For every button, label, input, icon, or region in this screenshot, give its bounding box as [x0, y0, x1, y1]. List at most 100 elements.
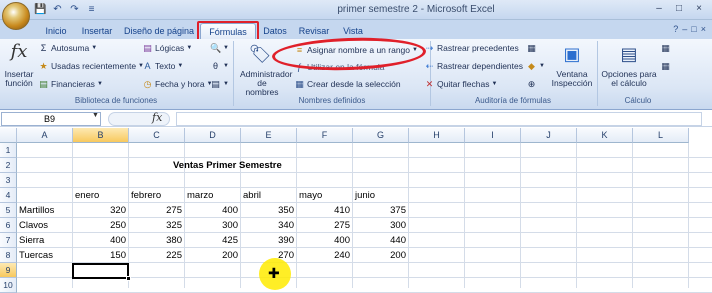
rastrear-precedentes-button[interactable]: ⇢ Rastrear precedentes — [424, 43, 519, 53]
row-header-4[interactable]: 4 — [0, 188, 17, 203]
math-button[interactable]: θ ▼ — [210, 61, 229, 71]
column-header-b[interactable]: B — [73, 128, 129, 143]
value-cell[interactable]: 320 — [73, 203, 126, 218]
autosuma-button[interactable]: Σ Autosuma ▼ — [38, 43, 98, 53]
ribbon-minimize-icon[interactable]: – — [682, 24, 687, 34]
ventana-inspeccion-button[interactable]: Ventana Inspección — [550, 70, 594, 88]
column-header-c[interactable]: C — [129, 128, 185, 143]
more-functions-button[interactable]: ▤ ▼ — [210, 79, 229, 89]
product-name-cell[interactable]: Sierra — [19, 233, 44, 248]
fx-icon[interactable]: fx — [152, 111, 162, 124]
column-header-j[interactable]: J — [521, 128, 577, 143]
sheet-title-cell[interactable]: Ventas Primer Semestre — [173, 158, 282, 173]
row-header-1[interactable]: 1 — [0, 143, 17, 158]
value-cell[interactable]: 340 — [241, 218, 294, 233]
opciones-calculo-button[interactable]: Opciones para el cálculo — [600, 70, 658, 88]
fill-handle[interactable] — [126, 276, 131, 281]
value-cell[interactable]: 400 — [297, 233, 350, 248]
column-header-h[interactable]: H — [409, 128, 465, 143]
column-header-g[interactable]: G — [353, 128, 409, 143]
value-cell[interactable]: 300 — [185, 218, 238, 233]
row-header-9[interactable]: 9 — [0, 263, 17, 278]
row-header-10[interactable]: 10 — [0, 278, 17, 293]
value-cell[interactable]: 250 — [73, 218, 126, 233]
calc-now-button[interactable]: ▦ — [660, 43, 671, 53]
ribbon-close-icon[interactable]: × — [701, 24, 706, 34]
value-cell[interactable]: 200 — [353, 248, 406, 263]
value-cell[interactable]: 375 — [353, 203, 406, 218]
error-check-button[interactable]: ◆ ▼ — [526, 61, 545, 71]
office-button[interactable] — [2, 2, 30, 30]
insert-function-button[interactable]: Insertar función — [4, 70, 34, 88]
value-cell[interactable]: 200 — [185, 248, 238, 263]
row-header-5[interactable]: 5 — [0, 203, 17, 218]
calc-options-icon[interactable]: ▤ — [618, 45, 640, 63]
value-cell[interactable]: 325 — [129, 218, 182, 233]
texto-button[interactable]: A Texto ▼ — [142, 61, 183, 71]
column-header-e[interactable]: E — [241, 128, 297, 143]
column-header-l[interactable]: L — [633, 128, 689, 143]
maximize-button[interactable]: □ — [670, 2, 688, 16]
month-header-cell[interactable]: abril — [243, 188, 261, 203]
value-cell[interactable]: 410 — [297, 203, 350, 218]
name-manager-icon[interactable]: 🏷 — [248, 45, 272, 63]
chevron-down-icon[interactable]: ▼ — [92, 112, 99, 119]
crear-seleccion-button[interactable]: ▦ Crear desde la selección — [294, 79, 400, 89]
usadas-button[interactable]: ★ Usadas recientemente ▼ — [38, 61, 144, 71]
active-cell-b9[interactable] — [72, 263, 129, 279]
name-manager-button[interactable]: Administrador de nombres — [240, 70, 292, 97]
month-header-cell[interactable]: enero — [75, 188, 99, 203]
show-formulas-button[interactable]: ▦ — [526, 43, 537, 53]
row-header-7[interactable]: 7 — [0, 233, 17, 248]
insert-function-icon[interactable]: fx — [6, 43, 32, 61]
tab-vista[interactable]: Vista — [338, 23, 368, 39]
logicas-button[interactable]: ▤ Lógicas ▼ — [142, 43, 192, 53]
row-header-2[interactable]: 2 — [0, 158, 17, 173]
value-cell[interactable]: 225 — [129, 248, 182, 263]
value-cell[interactable]: 440 — [353, 233, 406, 248]
value-cell[interactable]: 400 — [73, 233, 126, 248]
value-cell[interactable]: 350 — [241, 203, 294, 218]
value-cell[interactable]: 240 — [297, 248, 350, 263]
formula-input[interactable] — [176, 112, 702, 126]
product-name-cell[interactable]: Tuercas — [19, 248, 53, 263]
product-name-cell[interactable]: Clavos — [19, 218, 48, 233]
tab-insertar[interactable]: Insertar — [76, 23, 118, 39]
value-cell[interactable]: 400 — [185, 203, 238, 218]
select-all-corner[interactable] — [0, 128, 17, 143]
value-cell[interactable]: 275 — [297, 218, 350, 233]
column-header-i[interactable]: I — [465, 128, 521, 143]
fecha-button[interactable]: ◷ Fecha y hora ▼ — [142, 79, 213, 89]
value-cell[interactable]: 275 — [129, 203, 182, 218]
evaluate-formula-button[interactable]: ⊕ — [526, 79, 537, 89]
product-name-cell[interactable]: Martillos — [19, 203, 54, 218]
value-cell[interactable]: 380 — [129, 233, 182, 248]
tab-diseno-pagina[interactable]: Diseño de página — [122, 23, 196, 39]
rastrear-dependientes-button[interactable]: ⇠ Rastrear dependientes — [424, 61, 523, 71]
month-header-cell[interactable]: junio — [355, 188, 375, 203]
column-header-a[interactable]: A — [17, 128, 73, 143]
name-box[interactable]: B9 — [1, 112, 101, 126]
tab-revisar[interactable]: Revisar — [294, 23, 334, 39]
value-cell[interactable]: 425 — [185, 233, 238, 248]
minimize-button[interactable]: – — [650, 2, 668, 16]
quitar-flechas-button[interactable]: ✕ Quitar flechas ▼ — [424, 79, 498, 89]
watch-window-icon[interactable]: ▣ — [560, 45, 584, 63]
month-header-cell[interactable]: febrero — [131, 188, 161, 203]
month-header-cell[interactable]: marzo — [187, 188, 213, 203]
column-header-k[interactable]: K — [577, 128, 633, 143]
tab-datos[interactable]: Datos — [259, 23, 291, 39]
help-icon[interactable]: ? — [673, 24, 678, 34]
month-header-cell[interactable]: mayo — [299, 188, 322, 203]
value-cell[interactable]: 300 — [353, 218, 406, 233]
row-header-8[interactable]: 8 — [0, 248, 17, 263]
financieras-button[interactable]: ▤ Financieras ▼ — [38, 79, 103, 89]
value-cell[interactable]: 150 — [73, 248, 126, 263]
ribbon-restore-icon[interactable]: □ — [691, 24, 696, 34]
tab-inicio[interactable]: Inicio — [38, 23, 74, 39]
lookup-button[interactable]: 🔍 ▼ — [210, 43, 229, 53]
row-header-3[interactable]: 3 — [0, 173, 17, 188]
value-cell[interactable]: 390 — [241, 233, 294, 248]
column-header-d[interactable]: D — [185, 128, 241, 143]
close-button[interactable]: × — [690, 2, 708, 16]
